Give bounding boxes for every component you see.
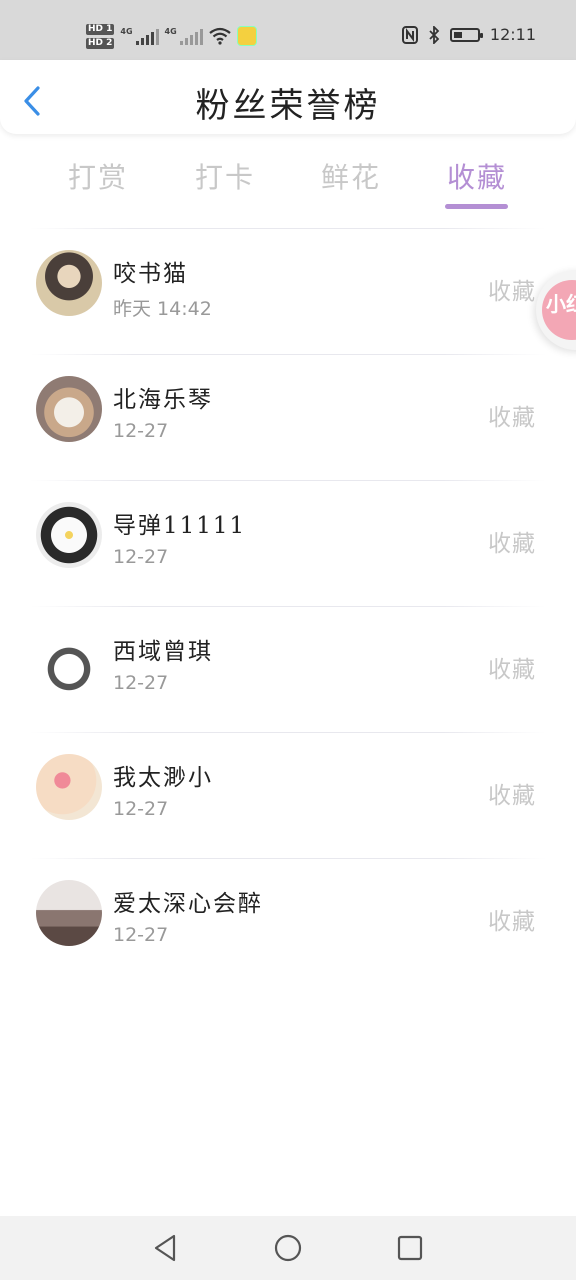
fan-name: 北海乐琴 — [113, 387, 213, 413]
avatar[interactable] — [36, 502, 102, 568]
header-bar: 粉丝荣誉榜 — [0, 60, 576, 134]
tab-reward[interactable]: 打赏 — [53, 156, 143, 196]
home-circle-icon[interactable] — [270, 1230, 306, 1266]
divider — [30, 606, 546, 607]
status-right: 12:11 — [401, 25, 536, 44]
fan-action: 收藏 — [488, 279, 536, 305]
wifi-icon — [209, 27, 231, 45]
fan-action: 收藏 — [488, 405, 536, 431]
fan-time: 12-27 — [113, 798, 169, 820]
fan-name: 爱太深心会醉 — [113, 891, 263, 917]
avatar[interactable] — [36, 250, 102, 316]
list-item[interactable]: 咬书猫 昨天 14:42 收藏 — [0, 228, 576, 354]
list-item[interactable]: 爱太深心会醉 12-27 收藏 — [0, 858, 576, 984]
avatar[interactable] — [36, 628, 102, 694]
avatar[interactable] — [36, 880, 102, 946]
tab-checkin[interactable]: 打卡 — [180, 156, 270, 196]
fan-action: 收藏 — [488, 531, 536, 557]
fan-action: 收藏 — [488, 657, 536, 683]
status-left: HD 1 HD 2 4G 4G — [86, 18, 257, 54]
sim2-label: HD 2 — [86, 37, 115, 49]
fan-time: 12-27 — [113, 420, 169, 442]
sim1-label: HD 1 — [86, 23, 115, 35]
avatar[interactable] — [36, 754, 102, 820]
signal2-icon: 4G — [165, 27, 203, 45]
fan-name: 我太渺小 — [113, 765, 213, 791]
fan-time: 12-27 — [113, 924, 169, 946]
recents-square-icon[interactable] — [392, 1230, 428, 1266]
divider — [30, 732, 546, 733]
list-item[interactable]: 西域曾琪 12-27 收藏 — [0, 606, 576, 732]
tab-bar: 打赏 打卡 鲜花 收藏 — [0, 150, 576, 214]
fan-name: 导弹11111 — [113, 513, 247, 539]
fan-action: 收藏 — [488, 783, 536, 809]
active-tab-indicator — [445, 204, 508, 209]
fan-time: 12-27 — [113, 546, 169, 568]
fan-time: 昨天 14:42 — [113, 298, 212, 320]
fan-time: 12-27 — [113, 672, 169, 694]
system-nav-bar — [0, 1216, 576, 1280]
list-item[interactable]: 导弹11111 12-27 收藏 — [0, 480, 576, 606]
sim-indicators: HD 1 HD 2 — [86, 23, 115, 49]
app-notification-icon — [236, 26, 257, 46]
list-item[interactable]: 我太渺小 12-27 收藏 — [0, 732, 576, 858]
nfc-icon — [401, 25, 418, 44]
battery-icon — [449, 27, 483, 42]
fan-list: 咬书猫 昨天 14:42 收藏 北海乐琴 12-27 收藏 导弹11111 12… — [0, 228, 576, 984]
signal1-icon: 4G — [120, 27, 159, 45]
fan-name: 咬书猫 — [113, 261, 188, 287]
fan-name: 西域曾琪 — [113, 639, 213, 665]
clock: 12:11 — [489, 25, 536, 44]
divider — [30, 480, 546, 481]
fan-action: 收藏 — [488, 909, 536, 935]
divider — [30, 858, 546, 859]
tab-flowers[interactable]: 鲜花 — [306, 156, 396, 196]
bluetooth-icon — [429, 25, 440, 44]
tab-collect[interactable]: 收藏 — [432, 156, 522, 196]
divider — [30, 228, 546, 229]
back-triangle-icon[interactable] — [148, 1230, 184, 1266]
status-bar: HD 1 HD 2 4G 4G 12:11 — [0, 0, 576, 60]
divider — [30, 354, 546, 355]
page-title: 粉丝荣誉榜 — [195, 86, 381, 126]
avatar[interactable] — [36, 376, 102, 442]
list-item[interactable]: 北海乐琴 12-27 收藏 — [0, 354, 576, 480]
floating-badge-text: 小红 — [546, 292, 576, 316]
